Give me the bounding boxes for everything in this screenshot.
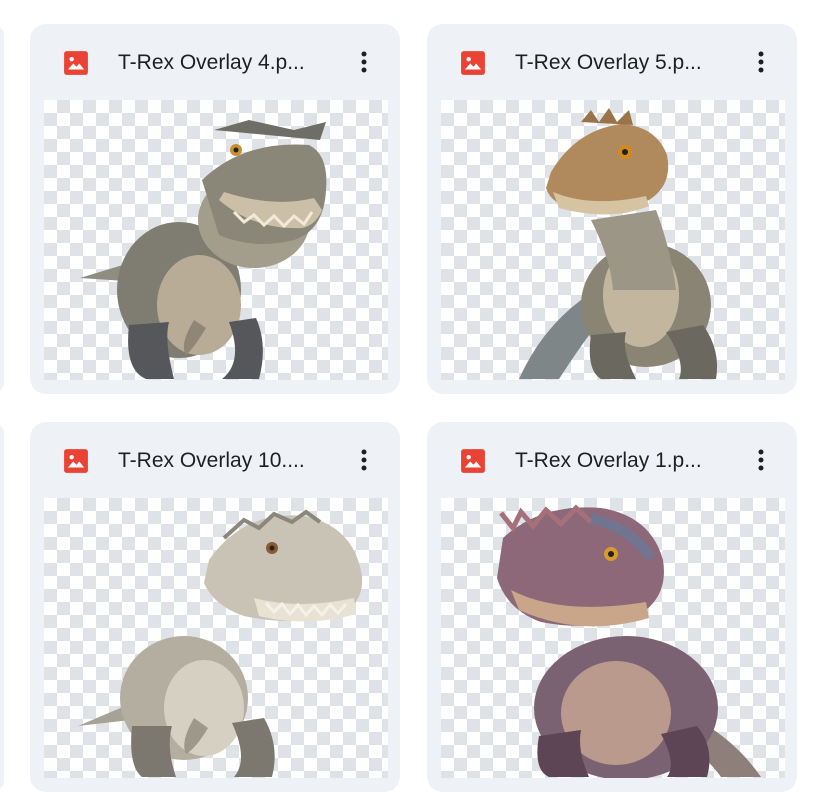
more-actions-button[interactable] — [745, 442, 777, 478]
trex-image — [78, 509, 363, 777]
more-actions-button[interactable] — [348, 44, 380, 80]
file-card-header: T-Rex Overlay 4.p... — [30, 24, 400, 100]
more-vert-icon — [361, 449, 367, 471]
trex-image — [497, 504, 761, 778]
file-card[interactable]: T-Rex Overlay 4.p... — [30, 24, 400, 394]
file-card[interactable]: T-Rex Overlay 1.p... — [427, 422, 797, 792]
file-card[interactable]: T-Rex Overlay 5.p... — [427, 24, 797, 394]
file-name: T-Rex Overlay 10.... — [118, 449, 305, 472]
more-actions-button[interactable] — [348, 442, 380, 478]
more-vert-icon — [758, 449, 764, 471]
image-file-icon — [64, 449, 88, 473]
more-actions-button[interactable] — [745, 44, 777, 80]
file-name: T-Rex Overlay 5.p... — [515, 51, 702, 74]
image-file-icon — [461, 51, 485, 75]
file-card-header: T-Rex Overlay 1.p... — [427, 422, 797, 498]
file-name: T-Rex Overlay 4.p... — [118, 51, 305, 74]
file-thumbnail[interactable] — [44, 498, 388, 778]
file-thumbnail[interactable] — [441, 498, 785, 778]
file-thumbnail[interactable] — [441, 100, 785, 380]
more-vert-icon — [361, 51, 367, 73]
trex-image — [519, 108, 718, 379]
file-card[interactable]: T-Rex Overlay 10.... — [30, 422, 400, 792]
partial-file-card-left-top[interactable] — [0, 24, 4, 394]
trex-image — [80, 120, 327, 379]
more-vert-icon — [758, 51, 764, 73]
file-card-header: T-Rex Overlay 10.... — [30, 422, 400, 498]
partial-file-card-left-bottom[interactable] — [0, 422, 4, 792]
file-name: T-Rex Overlay 1.p... — [515, 449, 702, 472]
image-file-icon — [64, 51, 88, 75]
file-thumbnail[interactable] — [44, 100, 388, 380]
file-card-header: T-Rex Overlay 5.p... — [427, 24, 797, 100]
image-file-icon — [461, 449, 485, 473]
